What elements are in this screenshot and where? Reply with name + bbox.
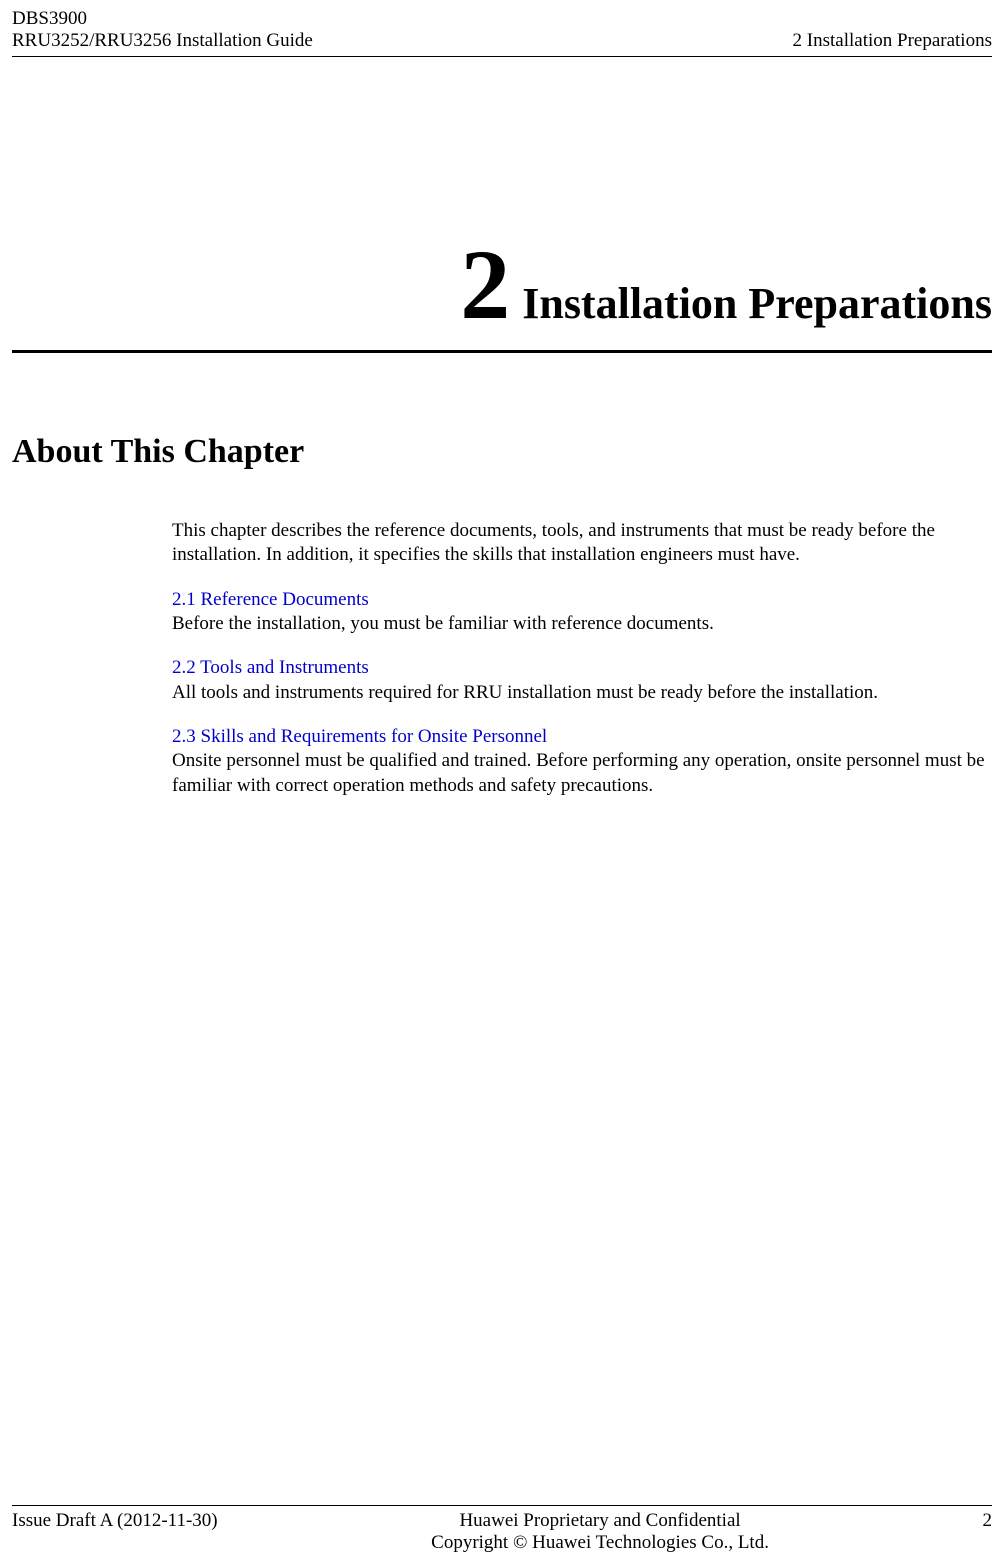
intro-paragraph: This chapter describes the reference doc…: [172, 519, 992, 568]
footer-issue: Issue Draft A (2012-11-30): [12, 1510, 218, 1532]
page-header: DBS3900 RRU3252/RRU3256 Installation Gui…: [12, 0, 992, 57]
section-desc: All tools and instruments required for R…: [172, 681, 992, 705]
chapter-number: 2: [460, 229, 510, 340]
section-block: 2.3 Skills and Requirements for Onsite P…: [172, 725, 992, 798]
section-link-2-1[interactable]: 2.1 Reference Documents: [172, 588, 992, 612]
footer-proprietary: Huawei Proprietary and Confidential: [431, 1510, 769, 1532]
footer-copyright: Copyright © Huawei Technologies Co., Ltd…: [431, 1532, 769, 1554]
section-block: 2.1 Reference Documents Before the insta…: [172, 588, 992, 637]
section-link-2-3[interactable]: 2.3 Skills and Requirements for Onsite P…: [172, 725, 992, 749]
header-left: DBS3900 RRU3252/RRU3256 Installation Gui…: [12, 8, 313, 52]
header-section: 2 Installation Preparations: [793, 30, 992, 52]
section-block: 2.2 Tools and Instruments All tools and …: [172, 656, 992, 705]
section-desc: Before the installation, you must be fam…: [172, 612, 992, 636]
footer-center: Huawei Proprietary and Confidential Copy…: [431, 1510, 769, 1554]
page-footer: Issue Draft A (2012-11-30) Huawei Propri…: [12, 1505, 992, 1554]
section-link-2-2[interactable]: 2.2 Tools and Instruments: [172, 656, 992, 680]
header-guide: RRU3252/RRU3256 Installation Guide: [12, 30, 313, 52]
chapter-title-block: 2 Installation Preparations: [12, 227, 992, 353]
section-desc: Onsite personnel must be qualified and t…: [172, 749, 992, 798]
content-body: This chapter describes the reference doc…: [172, 519, 992, 798]
about-heading: About This Chapter: [12, 433, 992, 471]
header-product: DBS3900: [12, 8, 313, 30]
footer-page-number: 2: [982, 1510, 992, 1532]
chapter-title: Installation Preparations: [522, 279, 992, 328]
